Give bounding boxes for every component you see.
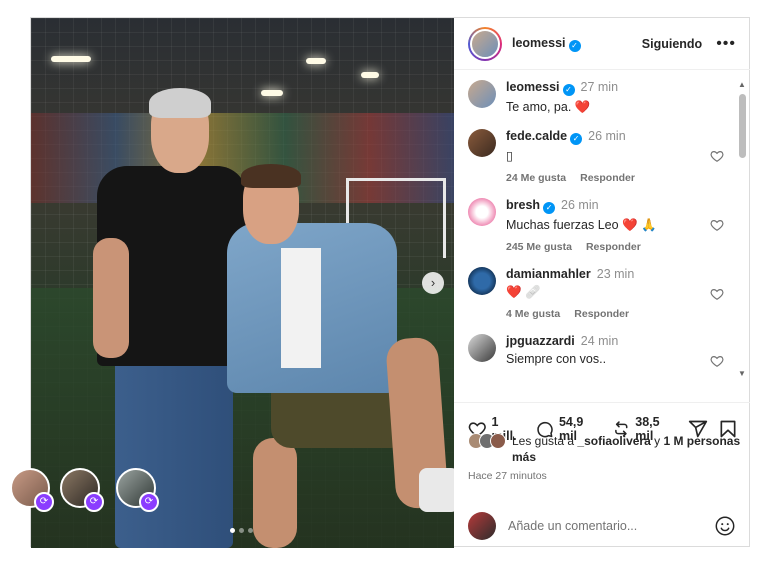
likes-text: Les gusta a _sofiaolivera y 1 M personas…	[512, 433, 743, 465]
repost-icon: ⟳	[84, 492, 104, 512]
comment-item: jpguazzardi 24 min Siempre con vos..	[454, 334, 738, 367]
comment-username[interactable]: bresh	[506, 198, 540, 212]
comment-time: 23 min	[596, 267, 635, 281]
author-avatar[interactable]	[468, 26, 502, 61]
likes-prefix: Les gusta a	[512, 434, 578, 448]
reply-button[interactable]: Responder	[580, 172, 635, 184]
ceiling-light	[261, 90, 283, 96]
comments-scrollbar[interactable]: ▲ ▼	[738, 80, 746, 378]
comment-likes[interactable]: 24 Me gusta	[506, 172, 566, 184]
comment-item: fede.calde ✓ 26 min ▯ 24 Me gusta Responder	[454, 129, 738, 184]
author-name-wrap: leomessi ✓	[512, 36, 581, 52]
comment-likes[interactable]: 4 Me gusta	[506, 308, 560, 320]
carousel-dots	[230, 528, 253, 533]
scroll-up-icon[interactable]: ▲	[738, 80, 746, 89]
verified-icon: ✓	[568, 39, 581, 52]
comment-time: 26 min	[588, 129, 626, 143]
reply-button[interactable]: Responder	[586, 241, 641, 253]
comment-text: ❤️ 🩹	[506, 285, 541, 299]
comment-time: 24 min	[580, 334, 619, 348]
post-timestamp[interactable]: Hace 27 minutos	[468, 470, 547, 482]
heart-icon[interactable]	[710, 149, 724, 163]
current-user-avatar	[468, 512, 496, 540]
heart-icon[interactable]	[710, 354, 724, 368]
comment-username[interactable]: jpguazzardi	[506, 334, 575, 348]
scroll-thumb[interactable]	[739, 94, 746, 158]
post-side-panel: leomessi ✓ Siguiendo ••• leomessi ✓ 27 min …	[454, 18, 750, 548]
repost-icon: ⟳	[139, 492, 159, 512]
verified-icon: ✓	[543, 202, 556, 214]
comment-item: damianmahler 23 min ❤️ 🩹 4 Me gusta Respon…	[454, 267, 738, 320]
messi-tshirt	[281, 248, 321, 368]
emoji-icon[interactable]	[714, 515, 736, 537]
more-icon[interactable]: •••	[716, 35, 736, 51]
ceiling-light	[51, 56, 91, 62]
ceiling-light	[361, 72, 379, 78]
comment-text: Te amo, pa. ❤️	[506, 100, 591, 114]
comment-username[interactable]: fede.calde	[506, 129, 567, 143]
messi-leg	[253, 438, 297, 548]
heart-icon[interactable]	[710, 287, 724, 301]
messi-shoe	[419, 468, 454, 512]
comment-item: bresh ✓ 26 min Muchas fuerzas Leo ❤️ 🙏 245…	[454, 198, 738, 253]
comment-time: 26 min	[561, 198, 599, 212]
avatar[interactable]	[468, 129, 496, 157]
ceiling-light	[306, 58, 326, 64]
verified-icon: ✓	[570, 133, 583, 145]
heart-icon[interactable]	[710, 218, 724, 232]
comments-list[interactable]: leomessi ✓ 27 min Te amo, pa. ❤️ fede.cald…	[454, 76, 738, 402]
liker-username[interactable]: _sofiaolivera	[577, 434, 650, 448]
post-photo[interactable]: ›	[31, 18, 454, 548]
carousel-dot	[248, 528, 253, 533]
carousel-dot	[239, 528, 244, 533]
reply-button[interactable]: Responder	[574, 308, 629, 320]
likers-avatars[interactable]	[468, 433, 508, 451]
avatar[interactable]	[468, 198, 496, 226]
carousel-next-button[interactable]: ›	[422, 272, 444, 294]
add-comment-bar	[454, 504, 750, 548]
likes-suffix: y	[650, 434, 664, 448]
father-hair	[149, 88, 211, 118]
caption: leomessi ✓ 27 min Te amo, pa. ❤️	[454, 80, 738, 115]
comment-username[interactable]: leomessi	[506, 80, 560, 94]
comment-text: Siempre con vos..	[506, 352, 607, 366]
comment-text: Muchas fuerzas Leo ❤️ 🙏	[506, 218, 657, 232]
avatar	[490, 433, 506, 449]
comment-time: 27 min	[580, 80, 619, 94]
scroll-down-icon[interactable]: ▼	[738, 369, 746, 378]
father-jeans	[115, 348, 233, 548]
verified-icon: ✓	[562, 84, 575, 96]
messi-hair	[241, 164, 301, 188]
repost-icon: ⟳	[34, 492, 54, 512]
father-arm	[93, 238, 129, 358]
avatar[interactable]	[468, 267, 496, 295]
likes-summary: Les gusta a _sofiaolivera y 1 M personas…	[468, 433, 743, 465]
comment-text: ▯	[506, 149, 513, 163]
comment-likes[interactable]: 245 Me gusta	[506, 241, 572, 253]
avatar[interactable]	[468, 80, 496, 108]
post-header: leomessi ✓ Siguiendo •••	[454, 18, 750, 70]
author-username[interactable]: leomessi	[512, 36, 566, 50]
avatar[interactable]	[468, 334, 496, 362]
carousel-dot	[230, 528, 235, 533]
add-comment-input[interactable]	[508, 519, 714, 533]
following-button[interactable]: Siguiendo	[642, 37, 702, 51]
comment-username[interactable]: damianmahler	[506, 267, 591, 281]
